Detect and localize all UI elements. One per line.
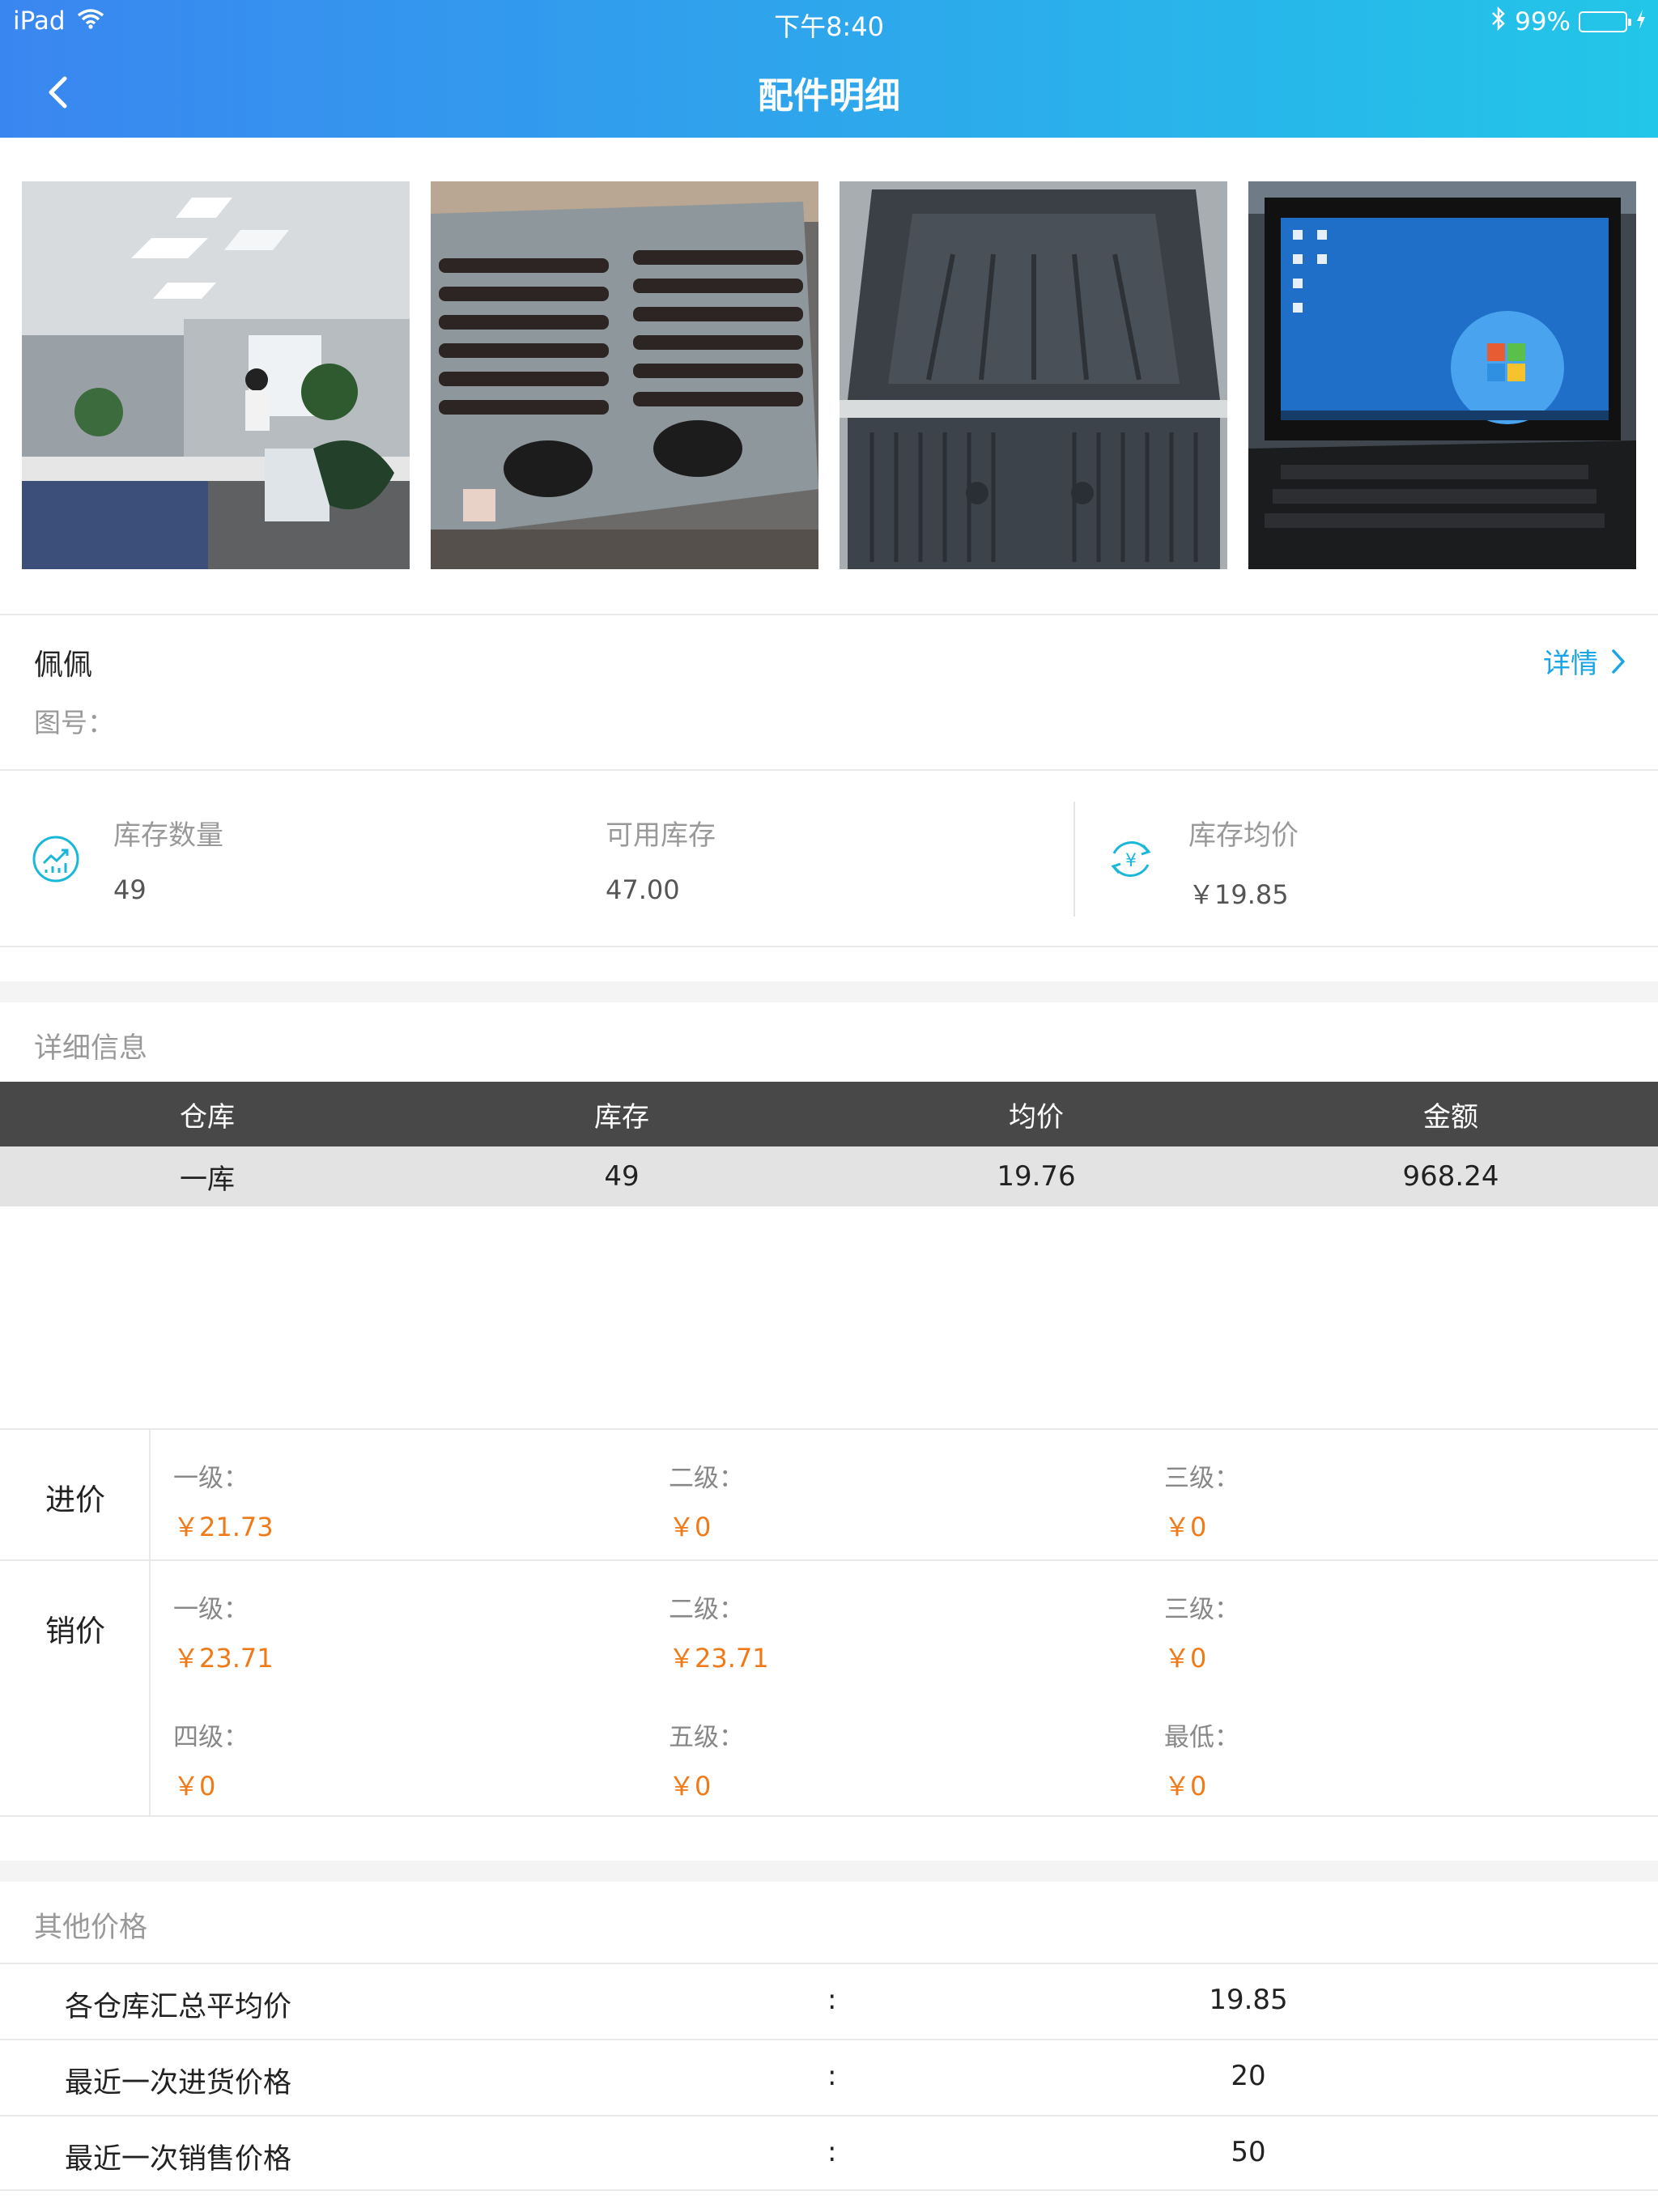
bluetooth-icon <box>1490 6 1507 37</box>
chevron-right-icon <box>1612 649 1625 674</box>
part-image-4[interactable] <box>1248 181 1636 569</box>
table-row[interactable]: 一库 49 19.76 968.24 <box>0 1146 1658 1206</box>
other-price-value: 19.85 <box>1209 1984 1288 2016</box>
sale-price-level-5: 五级： ￥0 <box>669 1716 744 1803</box>
column-header-warehouse: 仓库 <box>180 1100 235 1134</box>
other-price-label: 最近一次销售价格 <box>65 2143 292 2176</box>
available-stock-label: 可用库存 <box>606 819 716 852</box>
price-level-label: 一级： <box>173 1595 249 1624</box>
separator-colon: : <box>827 2060 837 2092</box>
column-header-stock: 库存 <box>594 1100 649 1134</box>
part-image-2[interactable] <box>431 181 818 569</box>
part-image-1[interactable] <box>22 181 410 569</box>
stock-qty-value: 49 <box>113 874 147 905</box>
price-level-value: ￥21.73 <box>173 1512 274 1542</box>
price-level-label: 一级： <box>173 1464 249 1493</box>
sale-price-label: 销价 <box>45 1614 105 1648</box>
nav-header: iPad 下午8:40 99% 配件明细 <box>0 0 1658 138</box>
price-level-label: 三级： <box>1164 1464 1239 1493</box>
separator-colon: : <box>827 2136 837 2168</box>
trend-chart-icon <box>31 834 81 884</box>
other-price-value: 20 <box>1231 2060 1266 2092</box>
part-name: 佩佩 <box>34 649 93 682</box>
drawing-number-label: 图号： <box>34 707 114 738</box>
battery-icon <box>1579 11 1631 32</box>
stock-stats: 库存数量 49 可用库存 47.00 ¥ 库存均价 ￥19.85 <box>0 771 1658 947</box>
yuan-refresh-icon: ¥ <box>1106 834 1156 884</box>
detail-link-label: 详情 <box>1543 648 1598 680</box>
vertical-divider <box>1073 802 1075 917</box>
other-price-row: 各仓库汇总平均价 : 19.85 <box>0 1963 1658 2039</box>
status-right: 99% <box>1490 6 1647 37</box>
battery-percent: 99% <box>1515 7 1571 36</box>
available-stock-value: 47.00 <box>606 874 680 905</box>
stock-qty-label: 库存数量 <box>113 819 223 852</box>
divider <box>0 614 1658 615</box>
price-level-label: 最低： <box>1164 1723 1239 1752</box>
other-prices-section-title: 其他价格 <box>34 1912 148 1944</box>
sale-price-level-4: 四级： ￥0 <box>173 1716 249 1803</box>
page-title: 配件明细 <box>758 75 900 117</box>
section-gap <box>0 981 1658 1002</box>
purchase-price-level-2: 二级： ￥0 <box>669 1457 744 1544</box>
price-level-label: 四级： <box>173 1723 249 1752</box>
price-level-label: 三级： <box>1164 1595 1239 1624</box>
price-level-value: ￥0 <box>173 1771 216 1802</box>
image-gallery <box>0 138 1658 614</box>
detail-link[interactable]: 详情 <box>1543 641 1626 681</box>
purchase-price-level-1: 一级： ￥21.73 <box>173 1457 274 1544</box>
sale-price-side: 销价 <box>0 1561 151 1815</box>
sale-price-block: 销价 一级： ￥23.71 二级： ￥23.71 三级： ￥0 四级： ￥0 五… <box>0 1559 1658 1817</box>
column-header-amount: 金额 <box>1423 1100 1478 1134</box>
part-image-3[interactable] <box>840 181 1227 569</box>
table-header: 仓库 库存 均价 金额 <box>0 1082 1658 1146</box>
status-time: 下午8:40 <box>774 11 884 42</box>
other-price-label: 各仓库汇总平均价 <box>65 1991 292 2023</box>
purchase-price-label: 进价 <box>45 1482 105 1517</box>
price-level-label: 二级： <box>669 1464 744 1493</box>
other-price-label: 最近一次进货价格 <box>65 2067 292 2099</box>
sale-price-lowest: 最低： ￥0 <box>1164 1716 1239 1803</box>
section-gap <box>0 1861 1658 1882</box>
price-level-value: ￥0 <box>1164 1771 1207 1802</box>
svg-text:¥: ¥ <box>1125 851 1137 871</box>
purchase-price-block: 进价 一级： ￥21.73 二级： ￥0 三级： ￥0 <box>0 1428 1658 1559</box>
detail-section-title: 详细信息 <box>34 1032 148 1065</box>
table-cell: 968.24 <box>1402 1160 1499 1193</box>
other-price-value: 50 <box>1231 2136 1266 2168</box>
table-cell: 49 <box>604 1160 640 1193</box>
price-level-value: ￥23.71 <box>173 1643 274 1674</box>
purchase-price-side: 进价 <box>0 1430 151 1559</box>
other-price-row: 最近一次销售价格 : 50 <box>0 2115 1658 2191</box>
price-level-value: ￥0 <box>669 1771 712 1802</box>
price-level-value: ￥0 <box>669 1512 712 1542</box>
avg-price-label: 库存均价 <box>1188 819 1299 852</box>
price-level-value: ￥0 <box>1164 1512 1207 1542</box>
sale-price-level-3: 三级： ￥0 <box>1164 1589 1239 1675</box>
charging-icon <box>1635 7 1647 36</box>
divider <box>0 946 1658 947</box>
avg-price-value: ￥19.85 <box>1188 879 1289 910</box>
sale-price-level-2: 二级： ￥23.71 <box>669 1589 769 1675</box>
other-price-row: 最近一次进货价格 : 20 <box>0 2039 1658 2115</box>
purchase-price-level-3: 三级： ￥0 <box>1164 1457 1239 1544</box>
price-level-label: 二级： <box>669 1595 744 1624</box>
column-header-avg-price: 均价 <box>1009 1100 1064 1134</box>
table-cell: 19.76 <box>997 1160 1076 1193</box>
table-cell: 一库 <box>180 1163 235 1196</box>
price-level-value: ￥23.71 <box>669 1643 769 1674</box>
price-level-label: 五级： <box>669 1723 744 1752</box>
price-level-value: ￥0 <box>1164 1643 1207 1674</box>
separator-colon: : <box>827 1984 837 2016</box>
sale-price-level-1: 一级： ￥23.71 <box>173 1589 274 1675</box>
